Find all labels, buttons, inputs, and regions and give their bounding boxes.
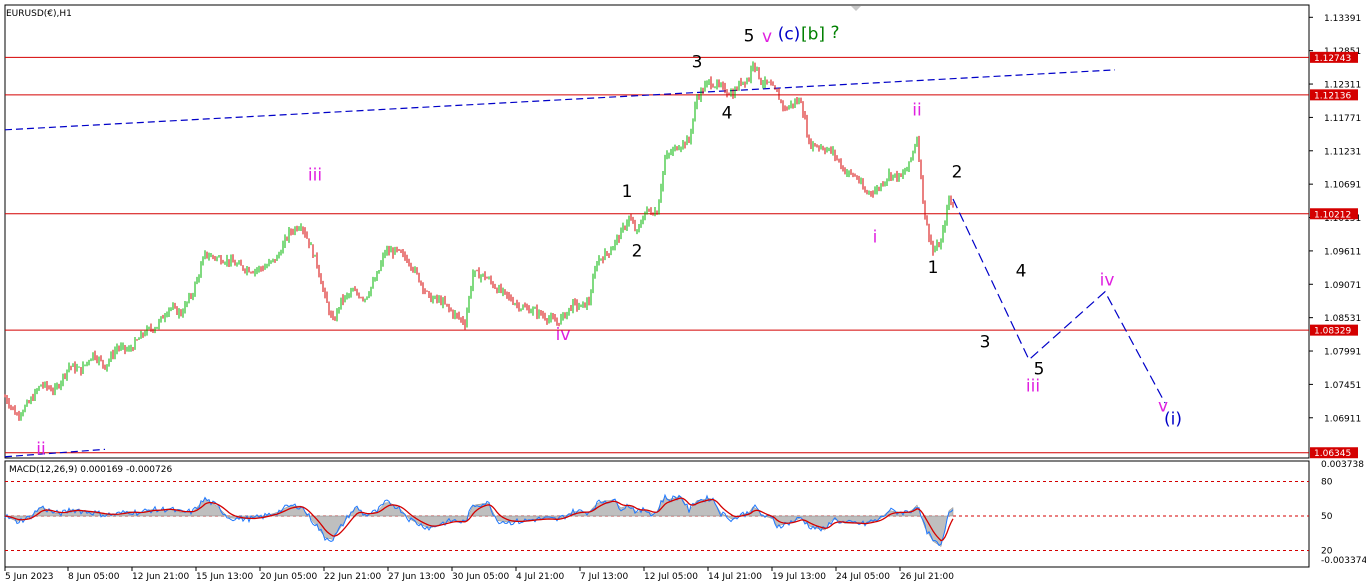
wave-label: ii bbox=[912, 101, 921, 121]
price-tick-label: 1.13391 bbox=[1324, 14, 1361, 24]
time-axis: 5 Jun 2023 8 Jun 05:00 12 Jun 21:00 15 Jun … bbox=[4, 567, 954, 582]
price-tick-label: 1.07451 bbox=[1324, 381, 1361, 391]
wave-labels: iiiiiiv12345 v (c) [b] ?iii21 4 iv35iiiv(i) bbox=[36, 23, 1182, 460]
time-tick-label: 8 Jun 05:00 bbox=[68, 572, 120, 582]
time-tick-label: 4 Jul 21:00 bbox=[516, 572, 565, 582]
time-tick-label: 12 Jun 21:00 bbox=[132, 572, 189, 582]
trendlines bbox=[4, 69, 1116, 458]
wave-label: 1 bbox=[928, 258, 939, 278]
time-tick-label: 19 Jul 13:00 bbox=[772, 572, 826, 582]
wave-label: iv bbox=[1100, 271, 1115, 291]
price-tick-label: 1.09071 bbox=[1324, 281, 1361, 291]
time-tick-label: 15 Jun 13:00 bbox=[196, 572, 253, 582]
level-tag-label: 1.12743 bbox=[1314, 54, 1351, 64]
time-tick-label: 5 Jun 2023 bbox=[5, 572, 53, 582]
wave-label: 4 bbox=[722, 104, 733, 124]
wave-label: ii bbox=[36, 439, 45, 459]
wave-label: 2 bbox=[952, 162, 963, 182]
wave-label: 4 bbox=[1016, 261, 1027, 281]
price-tick-label: 1.10691 bbox=[1324, 181, 1361, 191]
time-tick-label: 14 Jul 21:00 bbox=[708, 572, 762, 582]
wave-label: ? bbox=[830, 23, 839, 43]
chart-title: EURUSD(€),H1 bbox=[6, 9, 72, 19]
projection-path bbox=[952, 198, 1166, 404]
price-tick-label: 1.09611 bbox=[1324, 247, 1361, 257]
chart[interactable]: iiiiiiv12345 v (c) [b] ?iii21 4 iv35iiiv(i) 1.… bbox=[0, 0, 1366, 588]
wave-label: 2 bbox=[632, 242, 643, 262]
price-tick-label: 1.12311 bbox=[1324, 81, 1361, 91]
macd-axis-label: -0.003374 bbox=[1321, 556, 1366, 566]
wave-label: v bbox=[762, 27, 772, 47]
wave-label: iii bbox=[1026, 376, 1040, 396]
scroll-marker-icon[interactable] bbox=[851, 6, 861, 11]
macd-label: MACD(12,26,9) 0.000169 -0.000726 bbox=[9, 465, 172, 475]
macd-axis-label: 80 bbox=[1321, 478, 1333, 488]
level-tag-label: 1.10212 bbox=[1314, 210, 1351, 220]
level-tag-label: 1.08329 bbox=[1314, 327, 1351, 337]
wave-label: 5 bbox=[744, 26, 755, 46]
horizontal-levels bbox=[5, 56, 1309, 454]
wave-label: iv bbox=[556, 325, 571, 345]
wave-label: 1 bbox=[622, 182, 633, 202]
trendline bbox=[4, 69, 1116, 131]
time-tick-label: 20 Jun 05:00 bbox=[260, 572, 317, 582]
time-tick-label: 26 Jul 21:00 bbox=[900, 572, 954, 582]
time-tick-label: 22 Jun 21:00 bbox=[324, 572, 381, 582]
wave-label: (i) bbox=[1164, 410, 1182, 430]
time-tick-label: 12 Jul 05:00 bbox=[644, 572, 698, 582]
level-tag-label: 1.06345 bbox=[1314, 449, 1351, 459]
projection-line bbox=[952, 198, 1166, 404]
price-tick-label: 1.06911 bbox=[1324, 414, 1361, 424]
macd-axis-label: 50 bbox=[1321, 512, 1333, 522]
wave-label: 3 bbox=[692, 52, 703, 72]
macd-histogram bbox=[4, 496, 954, 548]
price-tick-label: 1.08531 bbox=[1324, 314, 1361, 324]
time-tick-label: 27 Jun 13:00 bbox=[388, 572, 445, 582]
macd-panel: MACD(12,26,9) 0.000169 -0.000726 0.003738… bbox=[4, 460, 1366, 566]
wave-label: (c) bbox=[778, 25, 801, 45]
wave-label: i bbox=[873, 227, 878, 247]
main-chart-border bbox=[4, 4, 1310, 459]
macd-axis-label: 0.003738 bbox=[1321, 460, 1364, 470]
macd-axis-label: 20 bbox=[1321, 547, 1333, 557]
time-tick-label: 30 Jun 05:00 bbox=[452, 572, 509, 582]
time-tick-label: 24 Jul 05:00 bbox=[836, 572, 890, 582]
candles bbox=[4, 61, 954, 421]
price-tick-label: 1.07991 bbox=[1324, 348, 1361, 358]
level-tag-label: 1.12136 bbox=[1314, 91, 1351, 101]
price-tick-label: 1.11231 bbox=[1324, 147, 1361, 157]
wave-label: 3 bbox=[980, 332, 991, 352]
wave-label: [b] bbox=[801, 25, 825, 45]
price-tick-label: 1.11771 bbox=[1324, 114, 1361, 124]
wave-label: iii bbox=[308, 166, 322, 186]
time-tick-label: 7 Jul 13:00 bbox=[580, 572, 629, 582]
